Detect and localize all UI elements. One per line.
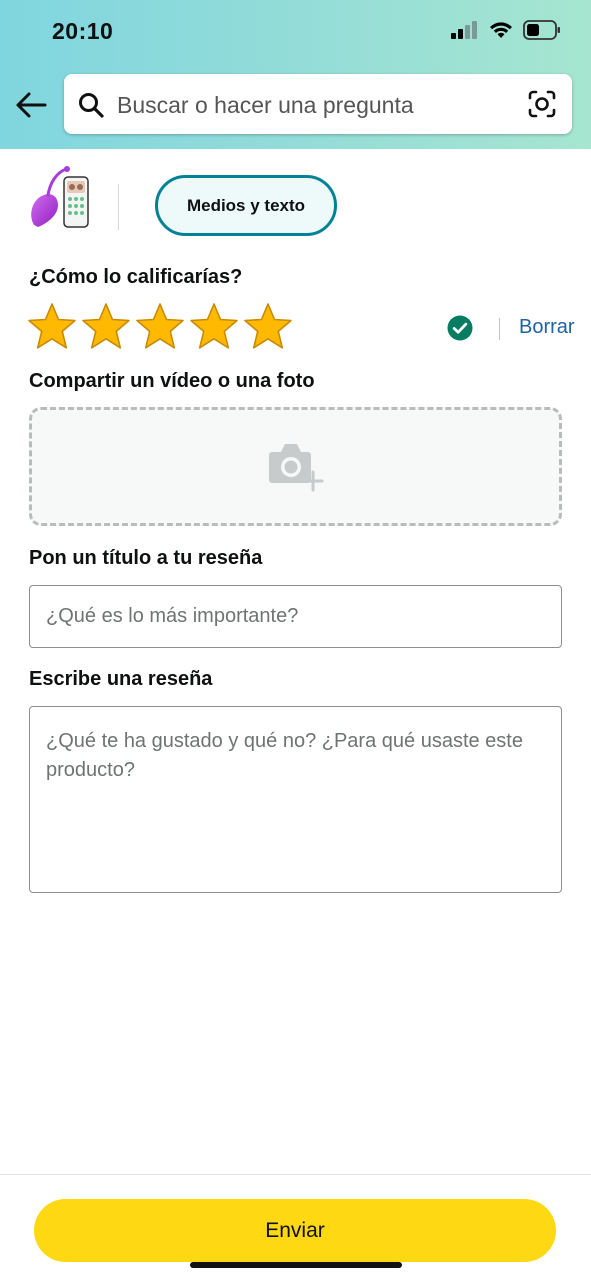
review-title-label: Pon un título a tu reseña [29, 547, 263, 569]
search-bar[interactable]: Buscar o hacer una pregunta [64, 74, 572, 134]
clear-rating-link[interactable]: Borrar [519, 316, 575, 339]
separator [499, 318, 500, 340]
review-title-input[interactable]: ¿Qué es lo más importante? [29, 585, 562, 648]
star-3[interactable] [135, 302, 185, 350]
star-2[interactable] [81, 302, 131, 350]
rating-question: ¿Cómo lo calificarías? [29, 266, 243, 288]
status-time: 20:10 [52, 18, 114, 44]
divider [118, 184, 119, 230]
star-1[interactable] [27, 302, 77, 350]
status-icons [451, 20, 561, 40]
review-body-textarea[interactable]: ¿Qué te ha gustado y qué no? ¿Para qué u… [29, 706, 562, 893]
wifi-icon [490, 22, 512, 38]
product-thumbnail [28, 165, 92, 231]
top-header: 20:10 Buscar o hacer una pregunta [0, 0, 591, 149]
media-label: Compartir un vídeo o una foto [29, 370, 315, 392]
check-circle-icon [447, 315, 473, 341]
star-rating[interactable] [27, 302, 293, 350]
search-icon [79, 93, 104, 118]
media-text-tab[interactable]: Medios y texto [155, 175, 337, 236]
battery-icon [523, 20, 560, 40]
star-4[interactable] [189, 302, 239, 350]
signal-icon [451, 21, 477, 39]
media-upload-area[interactable] [29, 407, 562, 526]
back-arrow-icon[interactable] [14, 90, 48, 120]
camera-add-icon [269, 444, 324, 492]
review-body-label: Escribe una reseña [29, 668, 213, 690]
star-5[interactable] [243, 302, 293, 350]
search-input[interactable]: Buscar o hacer una pregunta [117, 92, 414, 119]
bottom-divider [0, 1174, 591, 1175]
submit-button[interactable]: Enviar [34, 1199, 556, 1262]
camera-search-icon[interactable] [528, 90, 556, 118]
home-indicator [190, 1262, 402, 1268]
